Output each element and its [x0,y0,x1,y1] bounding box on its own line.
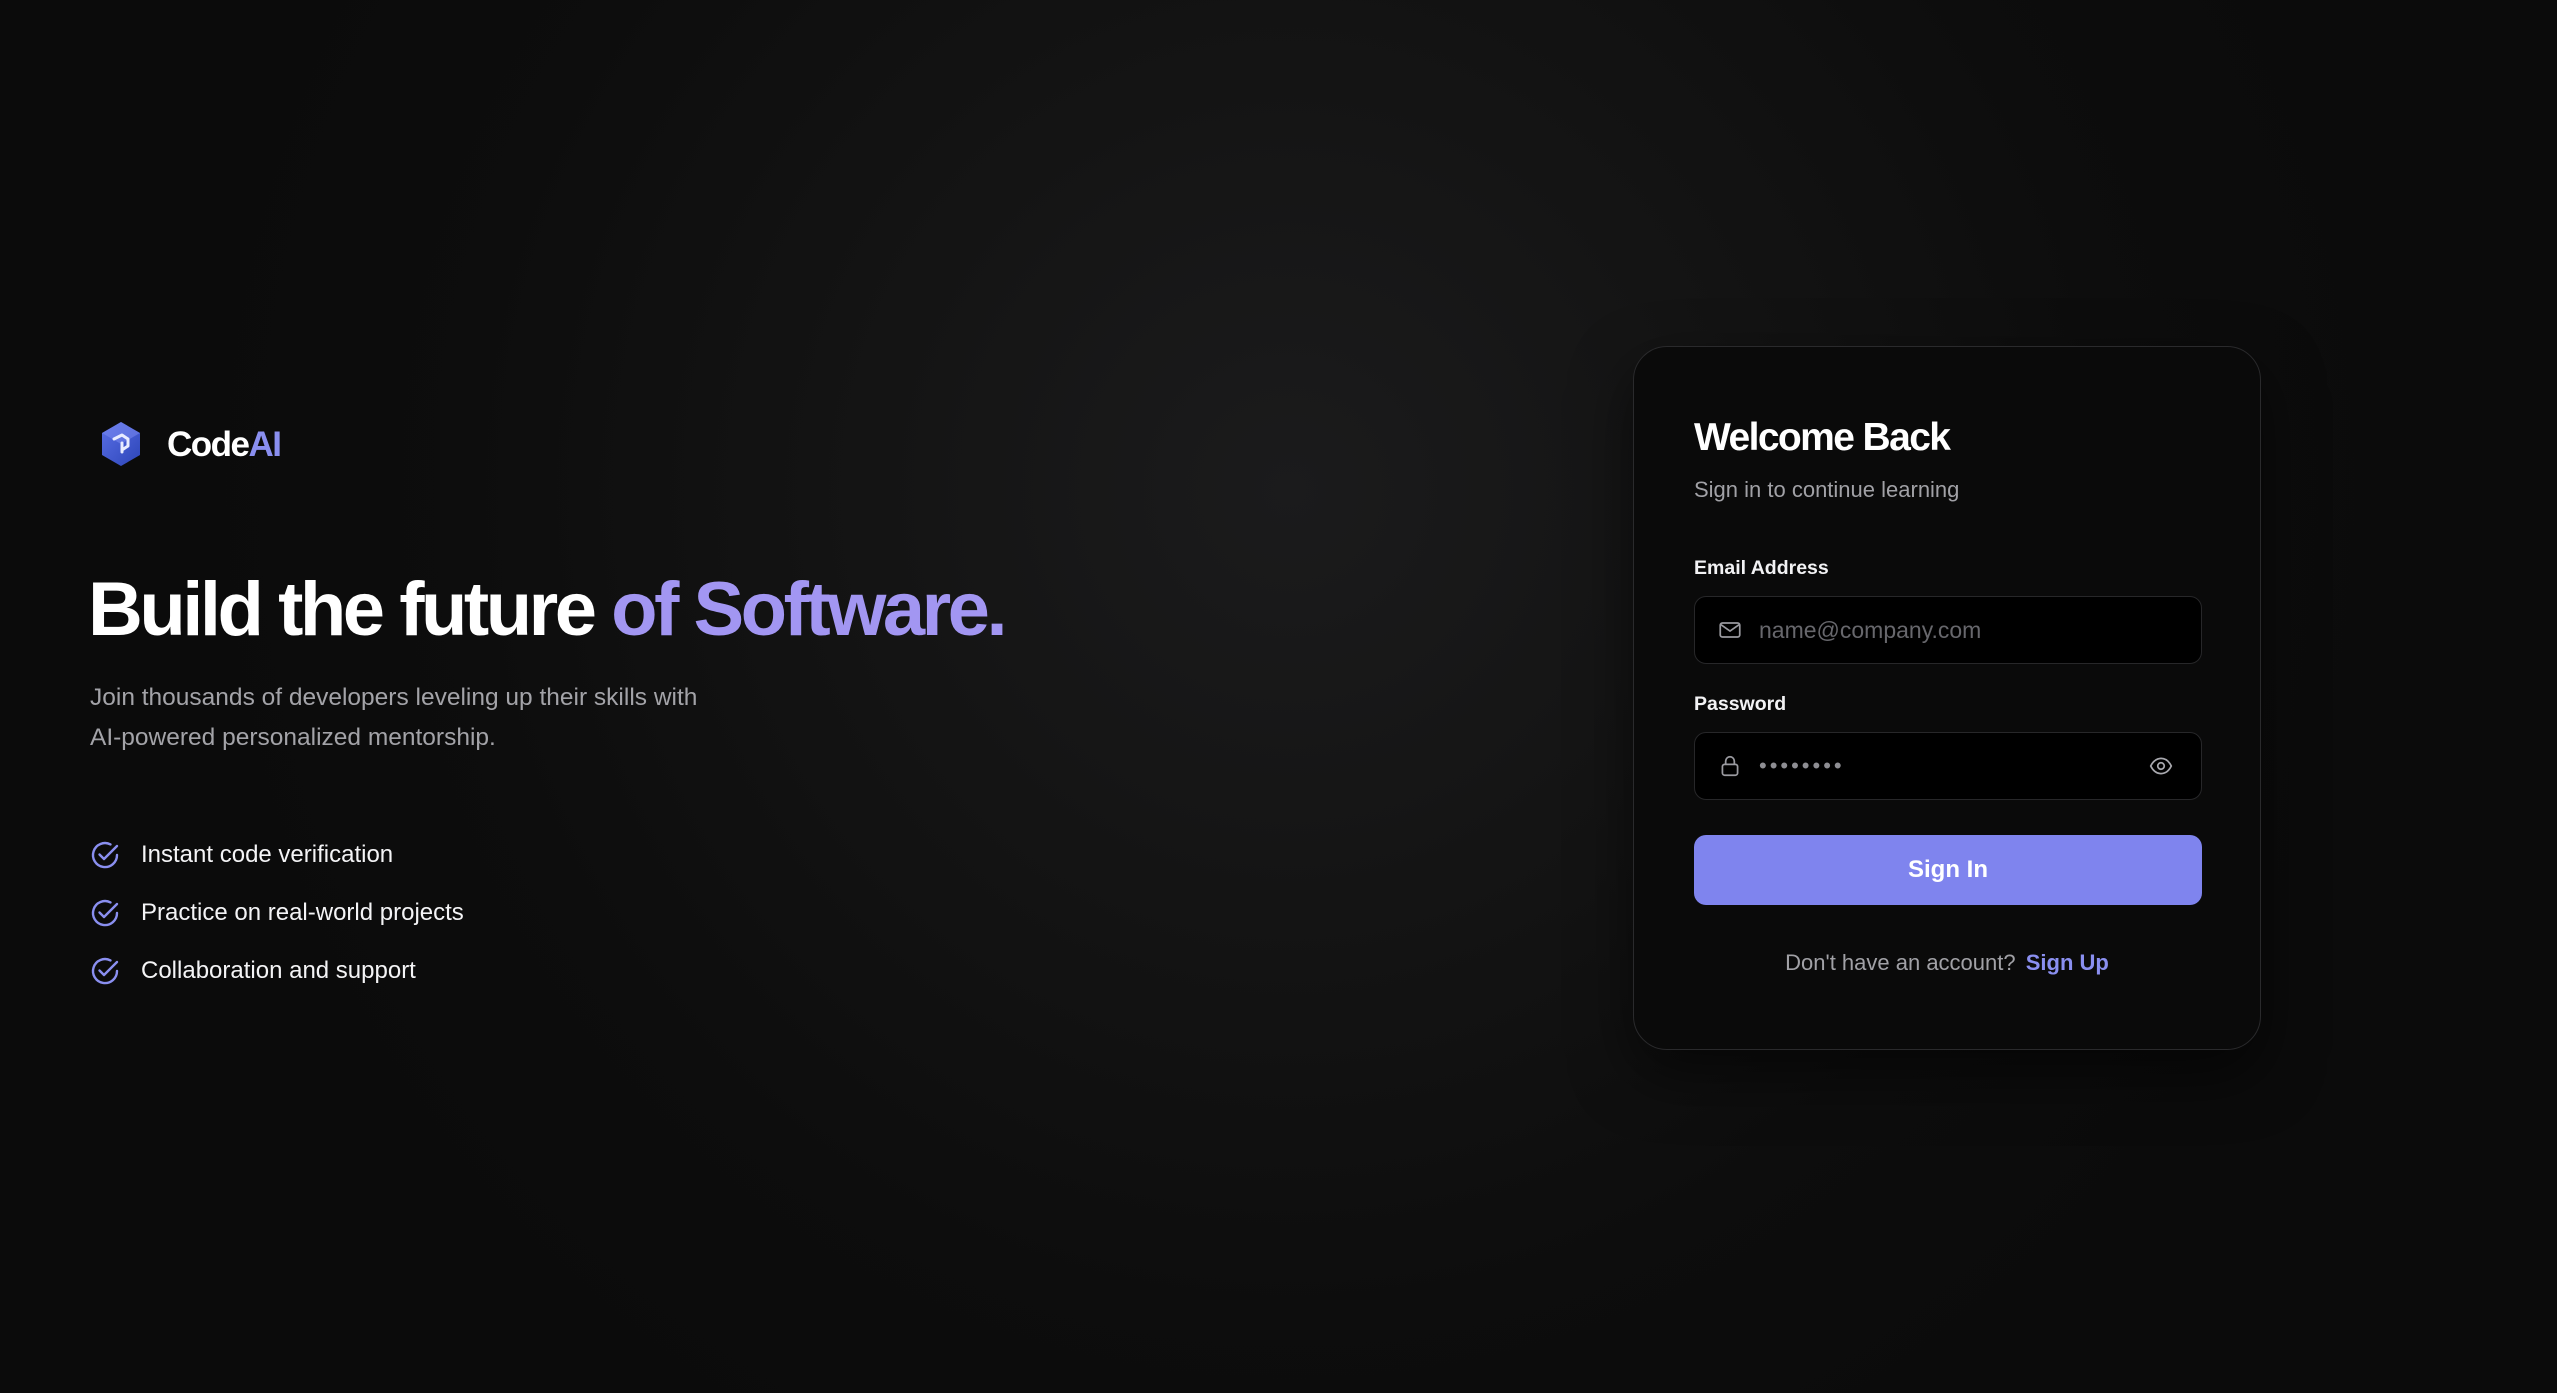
password-field-container[interactable] [1694,732,2202,800]
feature-label: Instant code verification [141,841,394,868]
feature-list: Instant code verification Practice on re… [89,826,464,1000]
feature-item: Instant code verification [89,826,464,884]
hero-subtitle: Join thousands of developers leveling up… [90,678,790,758]
check-circle-icon [91,899,119,927]
sign-in-button[interactable]: Sign In [1694,835,2202,905]
hero-title: Build the future of Software. [88,562,1008,658]
hero-subtitle-line-1: Join thousands of developers leveling up… [90,684,698,711]
hero-title-primary: Build the future [88,567,597,652]
email-input[interactable] [1759,597,2201,663]
sign-up-link[interactable]: Sign Up [2026,950,2109,975]
password-label: Password [1694,693,1787,715]
feature-label: Collaboration and support [141,957,416,984]
signup-prompt: Don't have an account? [1785,950,2016,975]
check-circle-icon [91,841,119,869]
brand-name-primary: Code [167,424,250,464]
feature-label: Practice on real-world projects [141,899,464,926]
password-input[interactable] [1759,733,2143,799]
brand-name-accent: AI [248,424,283,464]
eye-icon [2149,757,2173,775]
login-title: Welcome Back [1694,416,1951,459]
email-field-container[interactable] [1694,596,2202,664]
brand-name: CodeAI [167,424,283,464]
check-circle-icon [91,957,119,985]
feature-item: Collaboration and support [89,942,464,1000]
email-label: Email Address [1694,557,1829,579]
hero-title-accent: of Software. [611,567,1007,652]
login-subtitle: Sign in to continue learning [1694,477,1960,502]
feature-item: Practice on real-world projects [89,884,464,942]
lock-icon [1721,755,1739,777]
hexagon-logo-icon [102,422,140,466]
toggle-password-visibility[interactable] [2143,748,2179,784]
brand[interactable]: CodeAI [97,419,283,469]
signup-row: Don't have an account? Sign Up [1634,950,2260,976]
mail-icon [1719,622,1741,638]
hero-subtitle-line-2: AI-powered personalized mentorship. [90,724,496,751]
login-card: Welcome Back Sign in to continue learnin… [1633,346,2261,1050]
